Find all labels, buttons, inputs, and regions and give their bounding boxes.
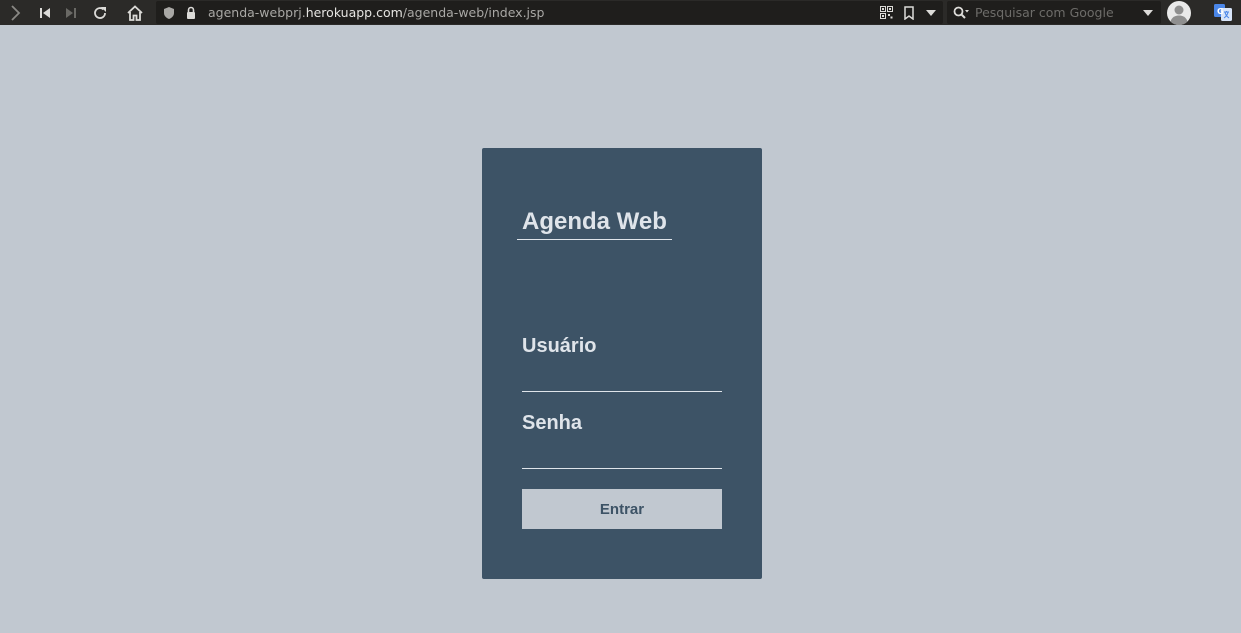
account-avatar-icon[interactable] xyxy=(1165,0,1193,25)
qr-code-icon[interactable] xyxy=(878,1,894,24)
dropdown-arrow-icon[interactable] xyxy=(923,1,939,24)
tracking-shield-icon[interactable] xyxy=(161,1,177,24)
skip-forward-icon[interactable] xyxy=(60,0,82,25)
page-title: Agenda Web xyxy=(517,207,672,240)
login-button[interactable]: Entrar xyxy=(522,489,722,529)
bookmark-icon[interactable] xyxy=(901,1,917,24)
search-bar[interactable] xyxy=(947,1,1161,24)
url-bar[interactable]: agenda-webprj.herokuapp.com/agenda-web/i… xyxy=(156,1,943,24)
username-label: Usuário xyxy=(522,335,597,357)
forward-arrow-icon[interactable] xyxy=(4,0,26,25)
lock-icon[interactable] xyxy=(183,1,199,24)
search-engine-dropdown-icon[interactable] xyxy=(1141,1,1155,24)
username-field[interactable] xyxy=(522,369,722,392)
url-prefix: agenda-webprj. xyxy=(208,5,306,20)
skip-back-icon[interactable] xyxy=(34,0,56,25)
svg-text:G: G xyxy=(1217,7,1224,16)
search-icon[interactable] xyxy=(951,1,971,24)
search-input[interactable] xyxy=(975,4,1135,21)
url-text[interactable]: agenda-webprj.herokuapp.com/agenda-web/i… xyxy=(208,5,544,20)
home-icon[interactable] xyxy=(123,0,147,25)
url-domain: herokuapp.com xyxy=(305,5,403,20)
login-card: Agenda Web Usuário Senha Entrar xyxy=(482,148,762,579)
browser-toolbar: agenda-webprj.herokuapp.com/agenda-web/i… xyxy=(0,0,1241,25)
page-content: Agenda Web Usuário Senha Entrar xyxy=(0,29,1241,633)
translate-icon[interactable]: G xyxy=(1212,0,1234,25)
password-field[interactable] xyxy=(522,446,722,469)
reload-icon[interactable] xyxy=(89,0,111,25)
url-path: /agenda-web/index.jsp xyxy=(402,5,545,20)
password-label: Senha xyxy=(522,412,583,434)
